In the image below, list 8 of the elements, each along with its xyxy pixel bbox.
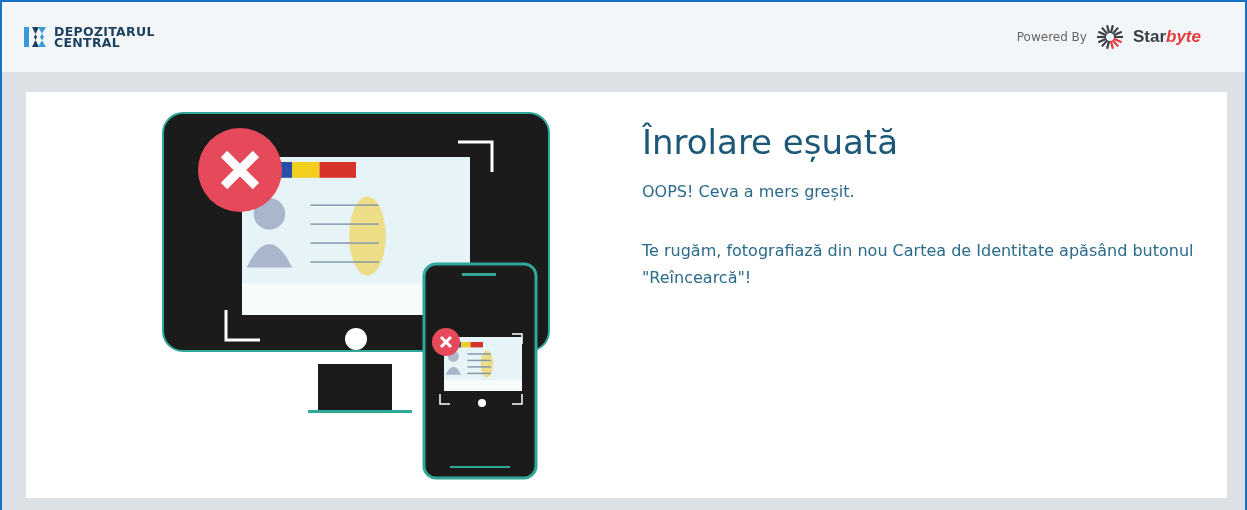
- logo-text: DEPOZITARUL CENTRAL: [54, 26, 155, 48]
- powered-by-label: Powered By: [1016, 30, 1087, 44]
- logo-icon: [24, 25, 48, 49]
- brand-name: Starbyte: [1132, 27, 1201, 47]
- message-text: Te rugăm, fotografiază din nou Cartea de Identitate apăsând butonul "Reîncearcă"!: [642, 240, 1195, 289]
- error-title: Înrolare eșuată: [642, 122, 900, 162]
- message-text: OOPS! Ceva a mers greșit.: [642, 181, 856, 203]
- starburst-icon: [1094, 24, 1125, 50]
